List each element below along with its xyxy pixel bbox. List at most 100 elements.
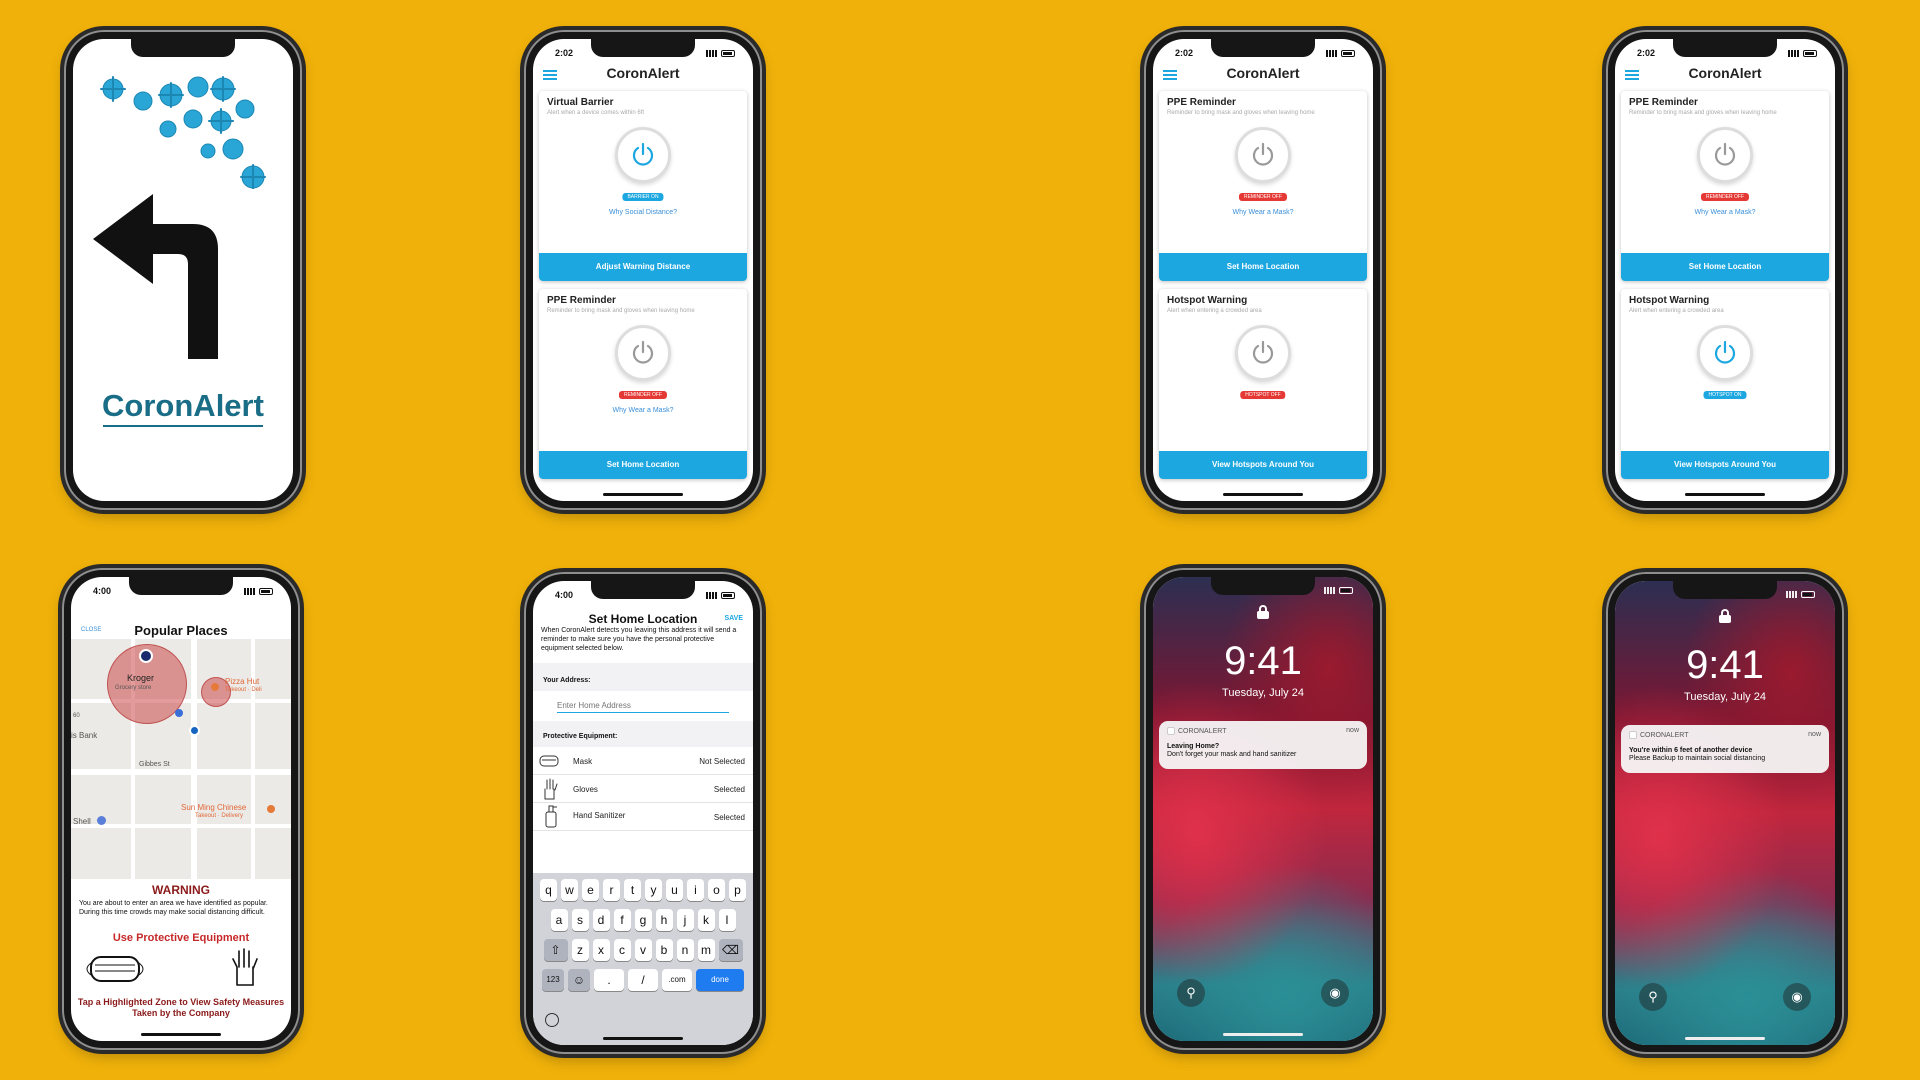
home-indicator [1223, 493, 1303, 496]
key-w[interactable]: w [561, 879, 578, 901]
key-t[interactable]: t [624, 879, 641, 901]
notification-title: You're within 6 feet of another device [1629, 747, 1753, 754]
key-o[interactable]: o [708, 879, 725, 901]
set-home-location-button[interactable]: Set Home Location [539, 451, 747, 479]
save-button[interactable]: SAVE [724, 615, 743, 622]
map-label-pizza-hut: Pizza Hut [225, 677, 260, 686]
key-q[interactable]: q [540, 879, 557, 901]
key-c[interactable]: c [613, 939, 631, 961]
key-x[interactable]: x [592, 939, 610, 961]
lock-icon [1719, 609, 1731, 623]
flashlight-icon[interactable]: ⚲ [1177, 979, 1205, 1007]
kroger-pin-icon [139, 649, 153, 663]
hotspot-power-toggle[interactable] [1697, 325, 1753, 381]
key-g[interactable]: g [634, 909, 652, 931]
key-s[interactable]: s [571, 909, 589, 931]
key-i[interactable]: i [687, 879, 704, 901]
card-description: Reminder to bring mask and gloves when l… [1629, 110, 1777, 116]
period-key[interactable]: . [594, 969, 624, 991]
app-icon [1167, 727, 1175, 735]
key-h[interactable]: h [655, 909, 673, 931]
why-social-distance-link[interactable]: Why Social Distance? [539, 209, 747, 216]
hamburger-menu-icon[interactable] [1625, 70, 1639, 80]
key-d[interactable]: d [592, 909, 610, 931]
camera-icon[interactable]: ◉ [1783, 983, 1811, 1011]
key-r[interactable]: r [603, 879, 620, 901]
signal-icon [1326, 49, 1338, 57]
key-y[interactable]: y [645, 879, 662, 901]
popular-places-map[interactable]: Kroger Grocery store Pizza Hut Takeout ·… [71, 639, 291, 879]
card-title: Virtual Barrier [547, 97, 614, 108]
key-n[interactable]: n [676, 939, 694, 961]
shift-key[interactable]: ⇧ [543, 939, 568, 961]
key-a[interactable]: a [550, 909, 568, 931]
camera-icon[interactable]: ◉ [1321, 979, 1349, 1007]
hamburger-menu-icon[interactable] [1163, 70, 1177, 80]
slash-key[interactable]: / [628, 969, 658, 991]
shell-pin-icon [97, 816, 106, 825]
numbers-key[interactable]: 123 [542, 969, 564, 991]
adjust-distance-button[interactable]: Adjust Warning Distance [539, 253, 747, 281]
key-l[interactable]: l [718, 909, 736, 931]
tap-zone-instructions: Tap a Highlighted Zone to View Safety Me… [77, 997, 285, 1019]
notch [1673, 581, 1777, 599]
why-wear-mask-link[interactable]: Why Wear a Mask? [1621, 209, 1829, 216]
app-header: CoronAlert [1153, 65, 1373, 85]
pizza-pin-icon [211, 683, 219, 691]
home-indicator [141, 1033, 221, 1036]
card-title: PPE Reminder [1629, 97, 1698, 108]
status-time: 4:00 [555, 590, 574, 600]
key-m[interactable]: m [697, 939, 715, 961]
equipment-row-gloves[interactable]: Gloves Selected [533, 775, 753, 803]
set-home-location-button[interactable]: Set Home Location [1621, 253, 1829, 281]
view-hotspots-button[interactable]: View Hotspots Around You [1621, 451, 1829, 479]
equipment-row-mask[interactable]: Mask Not Selected [533, 747, 753, 775]
done-key[interactable]: done [696, 969, 744, 991]
set-home-location-button[interactable]: Set Home Location [1159, 253, 1367, 281]
why-wear-mask-link[interactable]: Why Wear a Mask? [539, 407, 747, 414]
equipment-name: Hand Sanitizer [573, 811, 626, 820]
mask-icon [86, 956, 144, 982]
key-u[interactable]: u [666, 879, 683, 901]
ppe-power-toggle[interactable] [1235, 127, 1291, 183]
ppe-power-toggle[interactable] [1697, 127, 1753, 183]
dot-com-key[interactable]: .com [662, 969, 692, 991]
equipment-status: Not Selected [699, 757, 745, 766]
globe-icon[interactable] [545, 1013, 559, 1027]
ppe-reminder-card: PPE Reminder Reminder to bring mask and … [539, 289, 747, 479]
view-hotspots-button[interactable]: View Hotspots Around You [1159, 451, 1367, 479]
signal-icon [706, 49, 718, 57]
barrier-power-toggle[interactable] [615, 127, 671, 183]
backspace-key[interactable]: ⌫ [718, 939, 743, 961]
lock-date: Tuesday, July 24 [1222, 687, 1304, 699]
hamburger-menu-icon[interactable] [543, 70, 557, 80]
emoji-key[interactable]: ☺ [568, 969, 590, 991]
map-label-kroger: Kroger [127, 673, 155, 683]
hotspot-power-toggle[interactable] [1235, 325, 1291, 381]
logo-underline [103, 425, 263, 427]
battery-icon [721, 591, 735, 599]
home-address-input[interactable] [557, 699, 729, 713]
flashlight-icon[interactable]: ⚲ [1639, 983, 1667, 1011]
notification-card[interactable]: CORONALERT now Leaving Home? Don't forge… [1159, 721, 1367, 769]
ppe-power-toggle[interactable] [615, 325, 671, 381]
address-section-header: Your Address: [533, 663, 753, 691]
status-time: 2:02 [1637, 48, 1656, 58]
key-p[interactable]: p [729, 879, 746, 901]
key-v[interactable]: v [634, 939, 652, 961]
home-indicator [1685, 493, 1765, 496]
equipment-status: Selected [713, 813, 745, 822]
key-k[interactable]: k [697, 909, 715, 931]
app-header: CoronAlert [1615, 65, 1835, 85]
key-j[interactable]: j [676, 909, 694, 931]
notification-body: Don't forget your mask and hand sanitize… [1167, 751, 1297, 758]
key-f[interactable]: f [613, 909, 631, 931]
notch [1673, 39, 1777, 57]
key-z[interactable]: z [571, 939, 589, 961]
equipment-row-hand-sanitizer[interactable]: Hand Sanitizer Selected [533, 803, 753, 831]
key-e[interactable]: e [582, 879, 599, 901]
notification-card[interactable]: CORONALERT now You're within 6 feet of a… [1621, 725, 1829, 773]
key-b[interactable]: b [655, 939, 673, 961]
why-wear-mask-link[interactable]: Why Wear a Mask? [1159, 209, 1367, 216]
lock-icon [1257, 605, 1269, 619]
